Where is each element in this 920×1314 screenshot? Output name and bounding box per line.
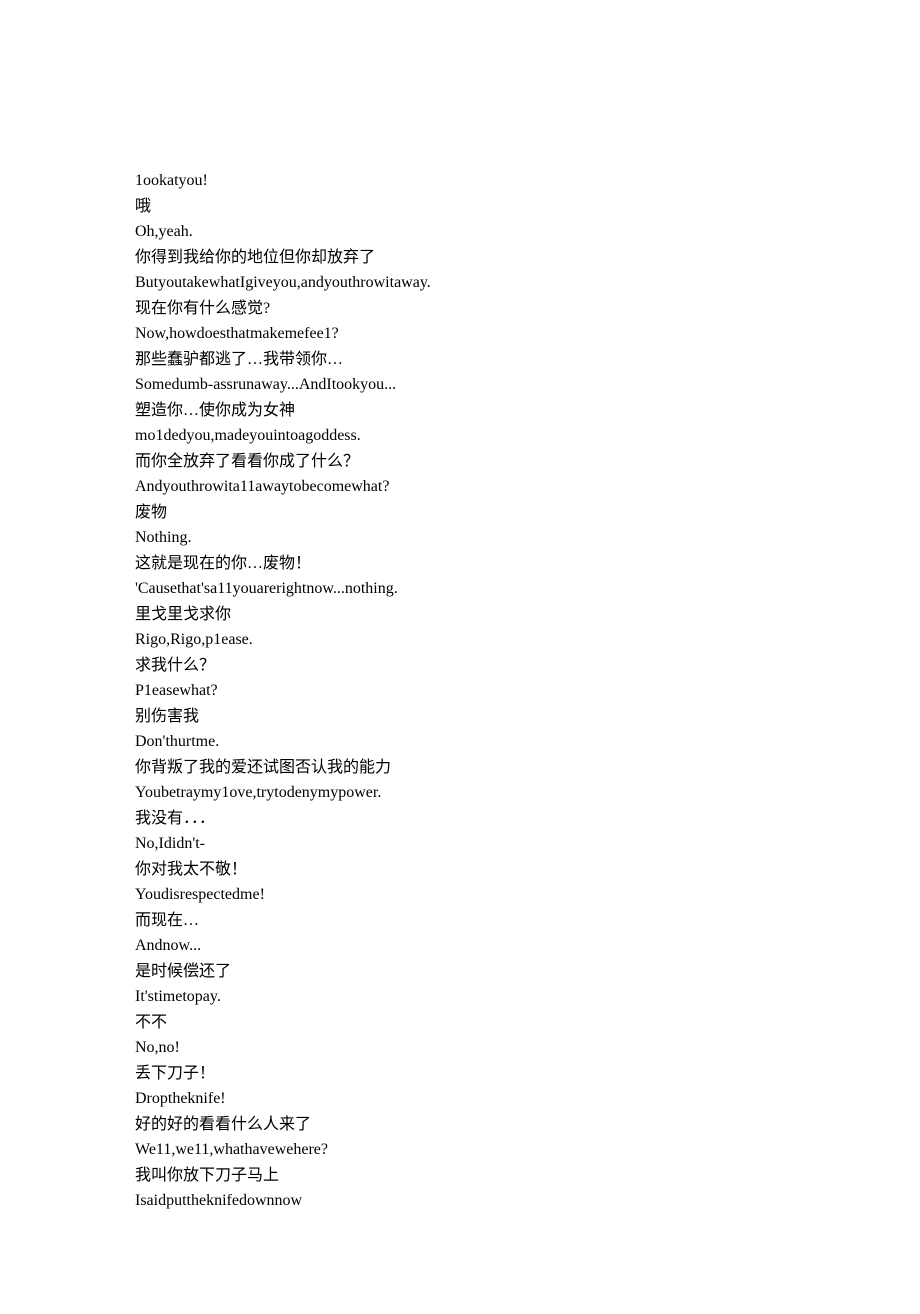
text-line: No,Ididn't- (135, 831, 790, 857)
text-line: 哦 (135, 194, 790, 220)
text-line: Nothing. (135, 525, 790, 551)
text-line: 塑造你…使你成为女神 (135, 398, 790, 424)
text-line: mo1dedyou,madeyouintoagoddess. (135, 423, 790, 449)
text-line: Don'thurtme. (135, 729, 790, 755)
text-line: Droptheknife! (135, 1086, 790, 1112)
text-line: 求我什么？ (135, 653, 790, 679)
text-line: 而你全放弃了看看你成了什么？ (135, 449, 790, 475)
text-line: No,no! (135, 1035, 790, 1061)
text-line: We11,we11,whathavewehere? (135, 1137, 790, 1163)
text-line: Andyouthrowita11awaytobecomewhat? (135, 474, 790, 500)
text-line: 现在你有什么感觉? (135, 296, 790, 322)
text-line: Isaidputtheknifedownnow (135, 1188, 790, 1214)
text-line: ButyoutakewhatIgiveyou,andyouthrowitaway… (135, 270, 790, 296)
text-line: 是时候偿还了 (135, 959, 790, 985)
text-line: 'Causethat'sa11youarerightnow...nothing. (135, 576, 790, 602)
text-line: Andnow... (135, 933, 790, 959)
text-line: 1ookatyou! (135, 168, 790, 194)
text-line: 而现在… (135, 908, 790, 934)
text-line: Youdisrespectedme! (135, 882, 790, 908)
document-page: 1ookatyou!哦Oh,yeah.你得到我给你的地位但你却放弃了Butyou… (0, 0, 920, 1314)
text-line: It'stimetopay. (135, 984, 790, 1010)
text-line: 那些蠢驴都逃了…我带领你… (135, 347, 790, 373)
text-line: 不不 (135, 1010, 790, 1036)
text-line: 你对我太不敬！ (135, 857, 790, 883)
text-line: 里戈里戈求你 (135, 602, 790, 628)
text-line: 我没有．．． (135, 806, 790, 832)
text-line: Somedumb-assrunaway...AndItookyou... (135, 372, 790, 398)
text-line: 丢下刀子！ (135, 1061, 790, 1087)
text-body: 1ookatyou!哦Oh,yeah.你得到我给你的地位但你却放弃了Butyou… (135, 168, 790, 1214)
text-line: 这就是现在的你…废物！ (135, 551, 790, 577)
text-line: 你背叛了我的爱还试图否认我的能力 (135, 755, 790, 781)
text-line: Oh,yeah. (135, 219, 790, 245)
text-line: 我叫你放下刀子马上 (135, 1163, 790, 1189)
text-line: Youbetraymy1ove,trytodenymypower. (135, 780, 790, 806)
text-line: 你得到我给你的地位但你却放弃了 (135, 245, 790, 271)
text-line: 废物 (135, 500, 790, 526)
text-line: 好的好的看看什么人来了 (135, 1112, 790, 1138)
text-line: P1easewhat? (135, 678, 790, 704)
text-line: Rigo,Rigo,p1ease. (135, 627, 790, 653)
text-line: Now,howdoesthatmakemefee1? (135, 321, 790, 347)
text-line: 别伤害我 (135, 704, 790, 730)
